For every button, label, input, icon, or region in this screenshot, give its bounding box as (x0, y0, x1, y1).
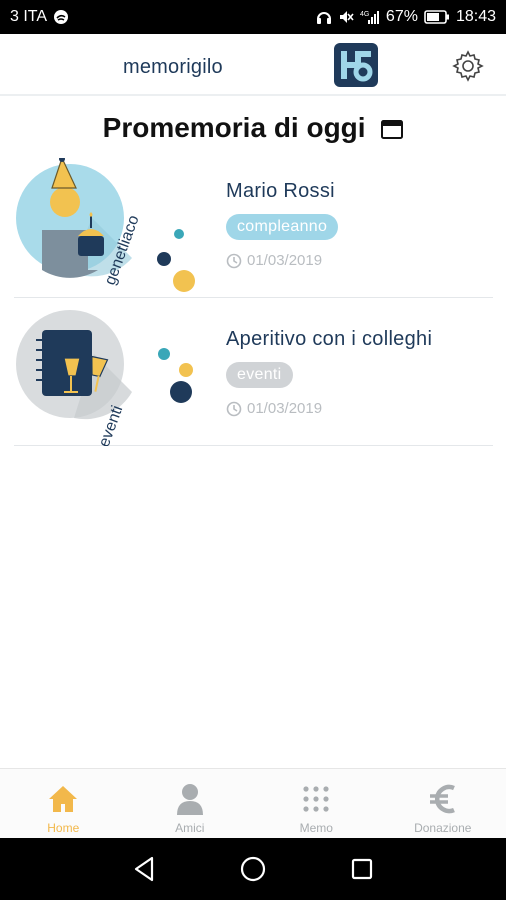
reminder-item[interactable]: genetliaco Mario Rossi compleanno 01/03/… (14, 150, 493, 298)
reminder-date-row: 01/03/2019 (226, 400, 322, 417)
nav-label: Donazione (414, 821, 472, 835)
back-icon[interactable] (124, 849, 164, 889)
reminder-title: Aperitivo con i colleghi (226, 328, 433, 350)
nav-label: Amici (175, 821, 205, 835)
euro-icon (428, 781, 458, 817)
clock: 18:43 (455, 8, 496, 25)
events-category-badge: eventi (14, 306, 214, 449)
reminder-tag: eventi (226, 362, 293, 388)
notification-icon (53, 9, 69, 25)
battery-percent: 67% (385, 8, 418, 25)
battery-icon (424, 10, 450, 24)
nav-amici[interactable]: Amici (127, 769, 254, 838)
section-heading: Promemoria di oggi (0, 112, 506, 146)
birthday-category-badge: genetliaco (14, 156, 214, 298)
nav-label: Home (47, 821, 80, 835)
clock-icon (226, 401, 242, 416)
person-icon (175, 781, 205, 817)
nav-label: Memo (299, 821, 333, 835)
app-name: memorigilo (123, 56, 223, 78)
reminder-title: Mario Rossi (226, 180, 335, 202)
reminder-item[interactable]: eventi Aperitivo con i colleghi eventi 0… (14, 298, 493, 449)
system-navigation-bar (0, 838, 506, 900)
nav-home[interactable]: Home (0, 769, 127, 838)
recents-icon[interactable] (342, 849, 382, 889)
section-title-text: Promemoria di oggi (102, 112, 366, 143)
home-circle-icon[interactable] (233, 849, 273, 889)
bottom-navigation: Home Amici Memo Donazione (0, 768, 506, 838)
nav-donazione[interactable]: Donazione (380, 769, 506, 838)
home-icon (47, 781, 79, 817)
nav-memo[interactable]: Memo (253, 769, 380, 838)
clock-icon (226, 253, 242, 268)
grid-icon (302, 781, 330, 817)
reminder-tag: compleanno (226, 214, 339, 240)
reminder-date: 01/03/2019 (247, 252, 323, 269)
reminder-date: 01/03/2019 (247, 400, 323, 417)
gear-icon (452, 50, 484, 82)
svg-text:4G: 4G (360, 11, 369, 18)
app-header: memorigilo (0, 34, 506, 96)
status-bar: 3 ITA 4G 67% 18:43 (0, 0, 506, 34)
carrier-label: 3 ITA (10, 8, 48, 25)
settings-button[interactable] (451, 49, 485, 83)
mute-icon (338, 9, 354, 25)
headset-icon (316, 9, 332, 25)
reminder-date-row: 01/03/2019 (226, 252, 322, 269)
memorigilo-logo-icon[interactable] (334, 43, 378, 87)
calendar-icon[interactable] (381, 114, 404, 146)
signal-icon: 4G (360, 9, 380, 25)
